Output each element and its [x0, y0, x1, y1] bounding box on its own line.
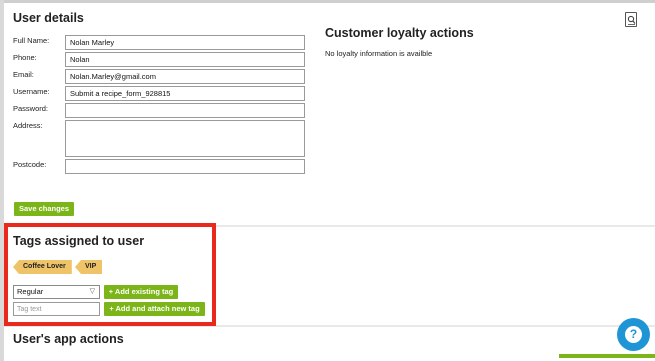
save-changes-button[interactable]: Save changes: [14, 202, 74, 216]
tag-coffee-lover[interactable]: Coffee Lover: [13, 260, 72, 274]
phone-label: Phone:: [13, 53, 37, 62]
add-existing-tag-button[interactable]: + Add existing tag: [104, 285, 178, 299]
user-details-title: User details: [13, 11, 84, 25]
username-input[interactable]: [65, 86, 305, 101]
loyalty-message: No loyalty information is availble: [325, 49, 433, 58]
address-label: Address:: [13, 121, 43, 130]
question-icon: ?: [625, 326, 642, 343]
username-label: Username:: [13, 87, 50, 96]
app-actions-panel: User's app actions: [4, 327, 655, 361]
postcode-label: Postcode:: [13, 160, 47, 169]
tags-title: Tags assigned to user: [13, 234, 145, 248]
green-button-edge[interactable]: [559, 354, 655, 358]
full-name-label: Full Name:: [13, 36, 50, 45]
phone-input[interactable]: [65, 52, 305, 67]
user-details-panel: User details Full Name: Phone: Email: Us…: [4, 3, 655, 225]
address-textarea[interactable]: [65, 120, 305, 157]
full-name-input[interactable]: [65, 35, 305, 50]
help-button[interactable]: ?: [617, 318, 650, 351]
new-tag-input[interactable]: [13, 302, 100, 316]
add-attach-new-tag-button[interactable]: + Add and attach new tag: [104, 302, 205, 316]
tag-select-value: Regular: [17, 287, 44, 296]
password-label: Password:: [13, 104, 49, 113]
mobile-search-icon[interactable]: [625, 12, 637, 27]
email-label: Email:: [13, 70, 34, 79]
email-input[interactable]: [65, 69, 305, 84]
chevron-down-icon: ▽: [89, 288, 95, 295]
postcode-input[interactable]: [65, 159, 305, 174]
tag-select[interactable]: Regular ▽: [13, 285, 100, 299]
loyalty-title: Customer loyalty actions: [325, 26, 474, 40]
tag-vip[interactable]: VIP: [75, 260, 103, 274]
tags-panel: Tags assigned to user Coffee Lover VIP R…: [4, 227, 655, 325]
password-input[interactable]: [65, 103, 305, 118]
app-actions-title: User's app actions: [13, 332, 124, 346]
